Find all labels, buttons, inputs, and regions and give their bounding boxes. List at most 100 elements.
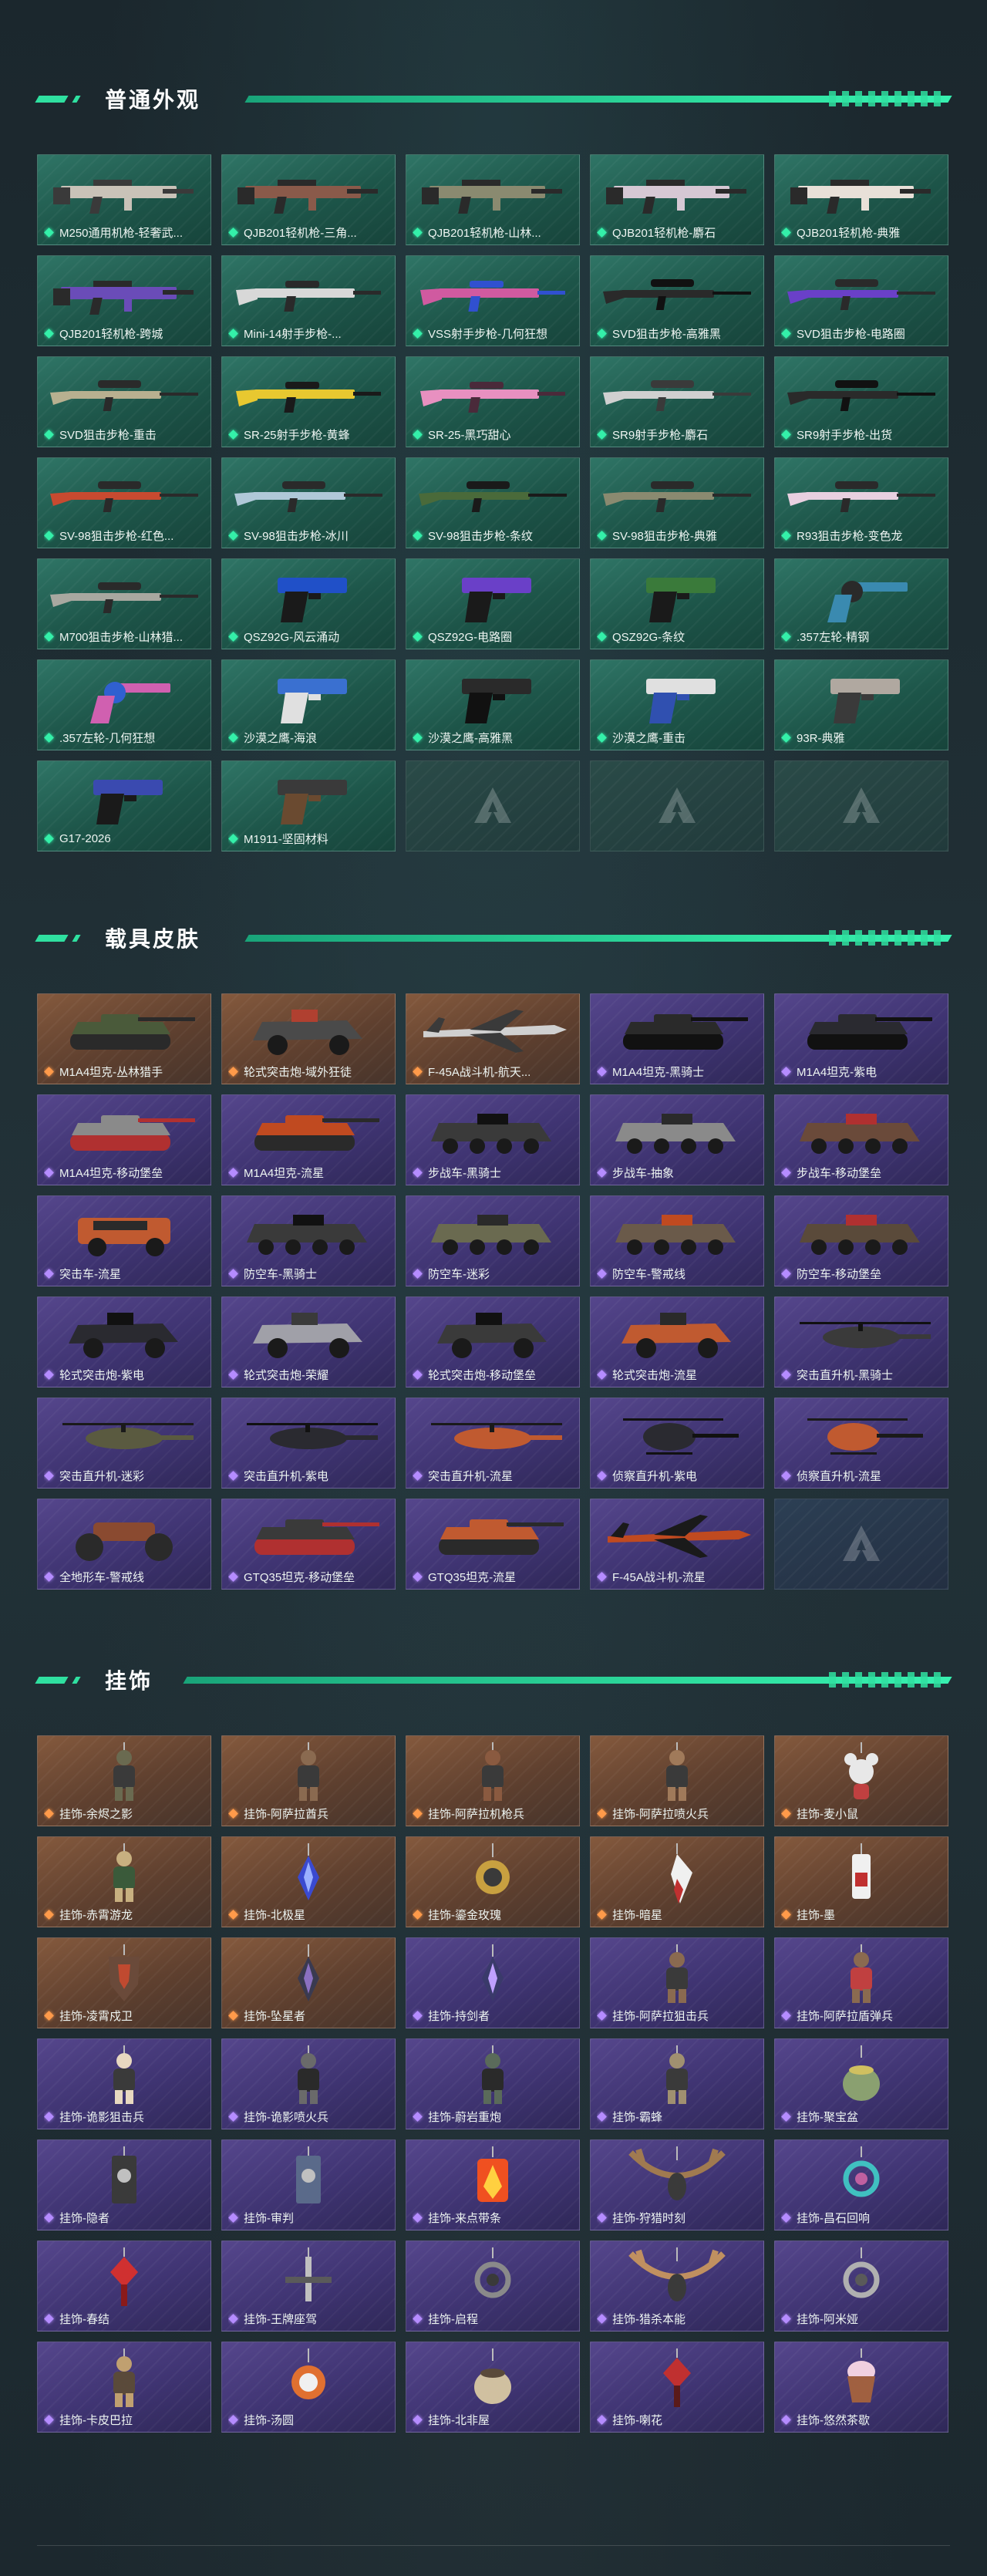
item-card[interactable]: SV-98狙击步枪-典雅 bbox=[590, 457, 764, 548]
item-card[interactable]: SV-98狙击步枪-冰川 bbox=[221, 457, 396, 548]
item-card[interactable]: 挂饰-余烬之影 bbox=[37, 1735, 211, 1826]
item-card[interactable]: 轮式突击炮-域外狂徒 bbox=[221, 993, 396, 1084]
item-card[interactable]: 突击直升机-黑骑士 bbox=[774, 1296, 948, 1387]
item-card[interactable]: 挂饰-审判 bbox=[221, 2139, 396, 2230]
item-card[interactable]: 突击直升机-迷彩 bbox=[37, 1398, 211, 1489]
item-card[interactable]: .357左轮-几何狂想 bbox=[37, 659, 211, 750]
item-card[interactable]: M1911-坚固材料 bbox=[221, 760, 396, 851]
item-card[interactable]: QJB201轻机枪-典雅 bbox=[774, 154, 948, 245]
item-card[interactable]: 挂饰-霸蜂 bbox=[590, 2038, 764, 2129]
item-card[interactable]: 挂饰-阿米娅 bbox=[774, 2241, 948, 2332]
item-card[interactable]: 防空车-警戒线 bbox=[590, 1195, 764, 1286]
item-card[interactable]: 挂饰-赤霄游龙 bbox=[37, 1836, 211, 1927]
item-card[interactable]: SVD狙击步枪-高雅黑 bbox=[590, 255, 764, 346]
item-card[interactable]: SVD狙击步枪-重击 bbox=[37, 356, 211, 447]
item-card[interactable]: 防空车-迷彩 bbox=[406, 1195, 580, 1286]
item-card[interactable]: QJB201轻机枪-三角... bbox=[221, 154, 396, 245]
item-card[interactable]: QJB201轻机枪-麝石 bbox=[590, 154, 764, 245]
item-card[interactable]: QJB201轻机枪-跨城 bbox=[37, 255, 211, 346]
item-card[interactable]: VSS射手步枪-几何狂想 bbox=[406, 255, 580, 346]
item-card[interactable]: M700狙击步枪-山林猎... bbox=[37, 558, 211, 649]
item-card[interactable]: 轮式突击炮-荣耀 bbox=[221, 1296, 396, 1387]
item-card[interactable]: 挂饰-汤圆 bbox=[221, 2342, 396, 2433]
item-card[interactable]: 挂饰-蔚岩重炮 bbox=[406, 2038, 580, 2129]
item-card[interactable]: 挂饰-昌石回响 bbox=[774, 2139, 948, 2230]
item-card[interactable]: M1A4坦克-黑骑士 bbox=[590, 993, 764, 1084]
item-card[interactable]: R93狙击步枪-变色龙 bbox=[774, 457, 948, 548]
item-card[interactable]: G17-2026 bbox=[37, 760, 211, 851]
item-card[interactable]: 挂饰-阿萨拉喷火兵 bbox=[590, 1735, 764, 1826]
item-card[interactable]: 挂饰-凌霄戍卫 bbox=[37, 1937, 211, 2028]
item-card[interactable]: Mini-14射手步枪-... bbox=[221, 255, 396, 346]
item-card[interactable]: 挂饰-喇花 bbox=[590, 2342, 764, 2433]
item-card[interactable]: 挂饰-猎杀本能 bbox=[590, 2241, 764, 2332]
item-card[interactable]: SVD狙击步枪-电路圈 bbox=[774, 255, 948, 346]
item-card[interactable]: 挂饰-麦小鼠 bbox=[774, 1735, 948, 1826]
item-card[interactable]: 突击直升机-流星 bbox=[406, 1398, 580, 1489]
item-card[interactable]: 突击直升机-紫电 bbox=[221, 1398, 396, 1489]
item-card[interactable]: F-45A战斗机-流星 bbox=[590, 1499, 764, 1590]
item-card[interactable]: M250通用机枪-轻奢武... bbox=[37, 154, 211, 245]
item-card[interactable]: M1A4坦克-移动堡垒 bbox=[37, 1094, 211, 1185]
item-card[interactable]: 挂饰-启程 bbox=[406, 2241, 580, 2332]
item-card[interactable]: 突击车-流星 bbox=[37, 1195, 211, 1286]
item-card[interactable]: .357左轮-精钢 bbox=[774, 558, 948, 649]
item-card[interactable]: M1A4坦克-流星 bbox=[221, 1094, 396, 1185]
item-card[interactable]: 步战车-黑骑士 bbox=[406, 1094, 580, 1185]
item-card[interactable]: 全地形车-警戒线 bbox=[37, 1499, 211, 1590]
item-card[interactable]: 轮式突击炮-紫电 bbox=[37, 1296, 211, 1387]
item-card[interactable]: GTQ35坦克-移动堡垒 bbox=[221, 1499, 396, 1590]
item-card[interactable]: 挂饰-阿萨拉盾弹兵 bbox=[774, 1937, 948, 2028]
item-card[interactable]: 沙漠之鹰-海浪 bbox=[221, 659, 396, 750]
item-card[interactable]: 挂饰-来点带条 bbox=[406, 2139, 580, 2230]
item-card[interactable]: 步战车-移动堡垒 bbox=[774, 1094, 948, 1185]
item-card[interactable]: 挂饰-隐者 bbox=[37, 2139, 211, 2230]
item-card[interactable]: 挂饰-悠然茶歇 bbox=[774, 2342, 948, 2433]
item-card[interactable]: 挂饰-诡影喷火兵 bbox=[221, 2038, 396, 2129]
item-card[interactable]: 沙漠之鹰-重击 bbox=[590, 659, 764, 750]
item-label: 突击直升机-迷彩 bbox=[44, 1468, 206, 1483]
item-card[interactable]: QJB201轻机枪-山林... bbox=[406, 154, 580, 245]
item-card[interactable]: 步战车-抽象 bbox=[590, 1094, 764, 1185]
rarity-diamond-icon bbox=[228, 2213, 238, 2223]
item-card[interactable]: 挂饰-持剑者 bbox=[406, 1937, 580, 2028]
item-card[interactable]: SR9射手步枪-出货 bbox=[774, 356, 948, 447]
item-card[interactable]: 挂饰-暗星 bbox=[590, 1836, 764, 1927]
item-card[interactable]: 93R-典雅 bbox=[774, 659, 948, 750]
item-card[interactable]: 挂饰-诡影狙击兵 bbox=[37, 2038, 211, 2129]
item-card[interactable]: 挂饰-王牌座驾 bbox=[221, 2241, 396, 2332]
item-card[interactable]: M1A4坦克-丛林猎手 bbox=[37, 993, 211, 1084]
item-card[interactable]: 挂饰-春结 bbox=[37, 2241, 211, 2332]
item-card[interactable]: 挂饰-北极星 bbox=[221, 1836, 396, 1927]
item-card[interactable]: 防空车-移动堡垒 bbox=[774, 1195, 948, 1286]
item-card[interactable]: 轮式突击炮-流星 bbox=[590, 1296, 764, 1387]
item-card[interactable]: SV-98狙击步枪-条纹 bbox=[406, 457, 580, 548]
item-card[interactable]: QSZ92G-条纹 bbox=[590, 558, 764, 649]
item-card[interactable]: SR-25-黑巧甜心 bbox=[406, 356, 580, 447]
item-card[interactable]: 沙漠之鹰-高雅黑 bbox=[406, 659, 580, 750]
item-card[interactable]: 挂饰-聚宝盆 bbox=[774, 2038, 948, 2129]
item-card[interactable]: 侦察直升机-紫电 bbox=[590, 1398, 764, 1489]
item-card[interactable]: 挂饰-鎏金玫瑰 bbox=[406, 1836, 580, 1927]
item-card[interactable]: QSZ92G-电路圈 bbox=[406, 558, 580, 649]
item-card[interactable]: 挂饰-阿萨拉机枪兵 bbox=[406, 1735, 580, 1826]
item-card[interactable]: 侦察直升机-流星 bbox=[774, 1398, 948, 1489]
item-card[interactable]: 轮式突击炮-移动堡垒 bbox=[406, 1296, 580, 1387]
item-card[interactable]: 挂饰-坠星者 bbox=[221, 1937, 396, 2028]
item-label: 挂饰-聚宝盆 bbox=[781, 2109, 943, 2124]
item-card[interactable]: 挂饰-阿萨拉酋兵 bbox=[221, 1735, 396, 1826]
item-card[interactable]: GTQ35坦克-流星 bbox=[406, 1499, 580, 1590]
item-card[interactable]: 挂饰-北非屋 bbox=[406, 2342, 580, 2433]
item-card[interactable]: 挂饰-狩猎时刻 bbox=[590, 2139, 764, 2230]
rarity-diamond-icon bbox=[44, 632, 54, 642]
item-card[interactable]: SR9射手步枪-麝石 bbox=[590, 356, 764, 447]
item-card[interactable]: F-45A战斗机-航天... bbox=[406, 993, 580, 1084]
item-card[interactable]: 挂饰-卡皮巴拉 bbox=[37, 2342, 211, 2433]
item-card[interactable]: 防空车-黑骑士 bbox=[221, 1195, 396, 1286]
item-card[interactable]: QSZ92G-风云涌动 bbox=[221, 558, 396, 649]
item-card[interactable]: SV-98狙击步枪-红色... bbox=[37, 457, 211, 548]
item-card[interactable]: M1A4坦克-紫电 bbox=[774, 993, 948, 1084]
item-card[interactable]: 挂饰-阿萨拉狙击兵 bbox=[590, 1937, 764, 2028]
item-card[interactable]: 挂饰-墨 bbox=[774, 1836, 948, 1927]
item-card[interactable]: SR-25射手步枪-黄蜂 bbox=[221, 356, 396, 447]
